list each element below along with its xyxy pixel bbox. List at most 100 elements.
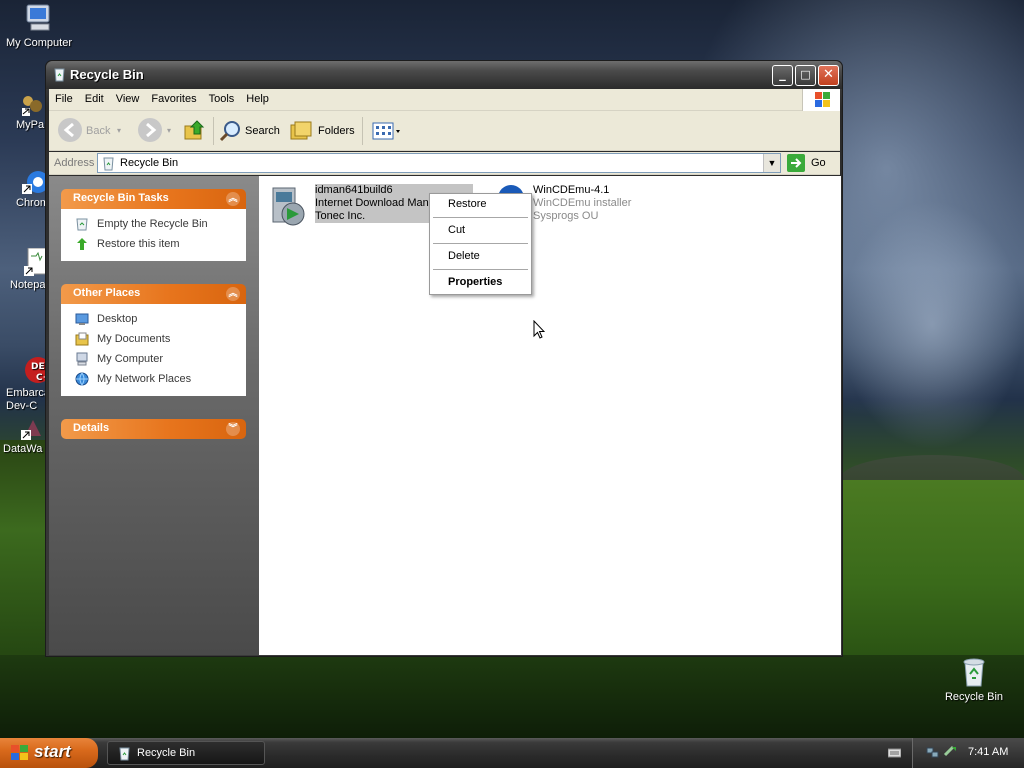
menu-help[interactable]: Help bbox=[240, 89, 275, 105]
task-restore-item[interactable]: Restore this item bbox=[73, 235, 246, 255]
collapse-chevron-icon[interactable]: ︽ bbox=[226, 192, 240, 206]
desktop-icon-my-computer[interactable]: My Computer bbox=[0, 2, 78, 49]
up-folder-icon[interactable] bbox=[183, 118, 207, 142]
start-button[interactable]: start bbox=[0, 738, 98, 768]
my-computer-icon bbox=[23, 2, 55, 34]
toolbar: Back ▾ ▾ Search Folders bbox=[49, 111, 840, 151]
file-name: WinCDEmu-4.1 bbox=[533, 184, 610, 196]
collapse-chevron-icon[interactable]: ︽ bbox=[226, 287, 240, 301]
toolbar-separator bbox=[362, 117, 363, 145]
forward-dropdown-icon[interactable]: ▾ bbox=[167, 119, 171, 143]
keyboard-icon[interactable] bbox=[887, 748, 902, 758]
other-places-panel: Other Places ︽ Desktop My Documents My C… bbox=[61, 284, 246, 396]
views-icon[interactable] bbox=[371, 119, 403, 143]
task-label: Restore this item bbox=[97, 238, 180, 250]
desktop-icon-label: Recycle Bin bbox=[944, 691, 1004, 703]
menu-file[interactable]: File bbox=[49, 89, 79, 105]
place-my-computer[interactable]: My Computer bbox=[73, 350, 246, 370]
menu-bar: File Edit View Favorites Tools Help bbox=[49, 89, 840, 111]
menu-favorites[interactable]: Favorites bbox=[145, 89, 202, 105]
address-field[interactable]: Recycle Bin ▼ bbox=[97, 153, 781, 173]
back-arrow-icon[interactable] bbox=[58, 118, 82, 142]
system-tray: 7:41 AM bbox=[912, 738, 1024, 768]
back-button[interactable]: Back bbox=[86, 119, 110, 143]
clock[interactable]: 7:41 AM bbox=[968, 746, 1008, 758]
desktop-icon-label: DataWa bbox=[3, 443, 43, 455]
details-panel: Details ︾ bbox=[61, 419, 246, 439]
details-header[interactable]: Details ︾ bbox=[61, 419, 246, 439]
wallpaper-ground bbox=[0, 655, 1024, 738]
safely-remove-tray-icon[interactable] bbox=[943, 745, 957, 762]
wallpaper-sky-light bbox=[840, 200, 1024, 450]
taskbar: start Recycle Bin 7:41 AM bbox=[0, 738, 1024, 768]
close-button[interactable]: ✕ bbox=[818, 65, 839, 86]
maximize-button[interactable]: □ bbox=[795, 65, 816, 86]
toolbar-separator bbox=[213, 117, 214, 145]
search-icon[interactable] bbox=[219, 119, 243, 143]
file-company: Tonec Inc. bbox=[315, 210, 366, 222]
empty-bin-icon bbox=[75, 217, 89, 231]
recycle-bin-small-icon bbox=[101, 156, 116, 171]
recycle-bin-task-icon bbox=[117, 746, 132, 761]
context-restore[interactable]: Restore bbox=[430, 194, 531, 215]
context-properties[interactable]: Properties bbox=[430, 272, 531, 293]
task-label: Recycle Bin bbox=[137, 747, 196, 759]
place-desktop[interactable]: Desktop bbox=[73, 310, 246, 330]
menu-separator bbox=[433, 243, 528, 244]
desktop-icon bbox=[75, 312, 89, 326]
other-places-header[interactable]: Other Places ︽ bbox=[61, 284, 246, 304]
desktop-icon-embarcadero[interactable]: DEVC++ Embarca Dev-C bbox=[6, 330, 58, 426]
address-dropdown-icon[interactable]: ▼ bbox=[763, 154, 780, 172]
address-bar: Address Recycle Bin ▼ Go bbox=[49, 152, 840, 175]
restore-arrow-icon bbox=[75, 237, 89, 251]
file-description: Internet Download Man bbox=[315, 197, 429, 209]
place-label: My Computer bbox=[97, 353, 164, 365]
panel-body: Empty the Recycle Bin Restore this item bbox=[61, 209, 246, 261]
panel-title: Other Places bbox=[73, 287, 141, 299]
folders-button[interactable]: Folders bbox=[318, 119, 355, 143]
menu-tools[interactable]: Tools bbox=[203, 89, 241, 105]
network-tray-icon[interactable] bbox=[926, 745, 940, 762]
file-name: idman641build6 bbox=[315, 184, 393, 196]
title-bar[interactable]: Recycle Bin _ □ ✕ bbox=[46, 61, 842, 89]
place-my-documents[interactable]: My Documents bbox=[73, 330, 246, 350]
minimize-button[interactable]: _ bbox=[772, 65, 793, 86]
back-dropdown-icon[interactable]: ▾ bbox=[117, 119, 121, 143]
menu-view[interactable]: View bbox=[110, 89, 146, 105]
recycle-bin-tasks-panel: Recycle Bin Tasks ︽ Empty the Recycle Bi… bbox=[61, 189, 246, 261]
address-value: Recycle Bin bbox=[120, 157, 179, 169]
file-details: WinCDEmu-4.1 WinCDEmu installer Sysprogs… bbox=[533, 184, 631, 223]
expand-chevron-icon[interactable]: ︾ bbox=[226, 422, 240, 436]
panel-title: Recycle Bin Tasks bbox=[73, 192, 169, 204]
panel-body: Desktop My Documents My Computer My Netw… bbox=[61, 304, 246, 396]
place-label: My Documents bbox=[97, 333, 171, 345]
taskbar-item-recycle-bin[interactable]: Recycle Bin bbox=[107, 741, 265, 765]
task-pane: Recycle Bin Tasks ︽ Empty the Recycle Bi… bbox=[49, 176, 259, 655]
desktop-icon-label: Embarca Dev-C bbox=[6, 387, 51, 412]
desktop-icon-datawa[interactable]: DataWa bbox=[3, 416, 50, 455]
datawarrior-icon bbox=[21, 416, 45, 440]
folders-icon[interactable] bbox=[289, 119, 313, 143]
go-arrow-icon bbox=[787, 154, 805, 172]
search-button[interactable]: Search bbox=[245, 119, 280, 143]
place-my-network-places[interactable]: My Network Places bbox=[73, 370, 246, 390]
go-button[interactable]: Go bbox=[787, 153, 837, 173]
context-menu: Restore Cut Delete Properties bbox=[429, 193, 532, 295]
menu-edit[interactable]: Edit bbox=[79, 89, 110, 105]
recycle-bin-title-icon bbox=[52, 67, 67, 82]
desktop-icon-notepad[interactable]: Notepa bbox=[10, 247, 50, 291]
menu-separator bbox=[433, 269, 528, 270]
menu-separator bbox=[433, 217, 528, 218]
recycle-bin-tasks-header[interactable]: Recycle Bin Tasks ︽ bbox=[61, 189, 246, 209]
context-cut[interactable]: Cut bbox=[430, 220, 531, 241]
context-delete[interactable]: Delete bbox=[430, 246, 531, 267]
recycle-bin-icon bbox=[958, 656, 990, 688]
chrome-icon bbox=[22, 170, 49, 194]
recycle-bin-window: Recycle Bin _ □ ✕ File Edit View Favorites T… bbox=[45, 60, 843, 657]
place-label: My Network Places bbox=[97, 373, 192, 385]
forward-arrow-icon[interactable] bbox=[138, 118, 162, 142]
my-documents-icon bbox=[75, 332, 89, 346]
file-list: idman641build6 Internet Download Man Ton… bbox=[259, 176, 841, 655]
task-empty-recycle-bin[interactable]: Empty the Recycle Bin bbox=[73, 215, 246, 235]
desktop-icon-recycle-bin[interactable]: Recycle Bin bbox=[935, 656, 1013, 703]
